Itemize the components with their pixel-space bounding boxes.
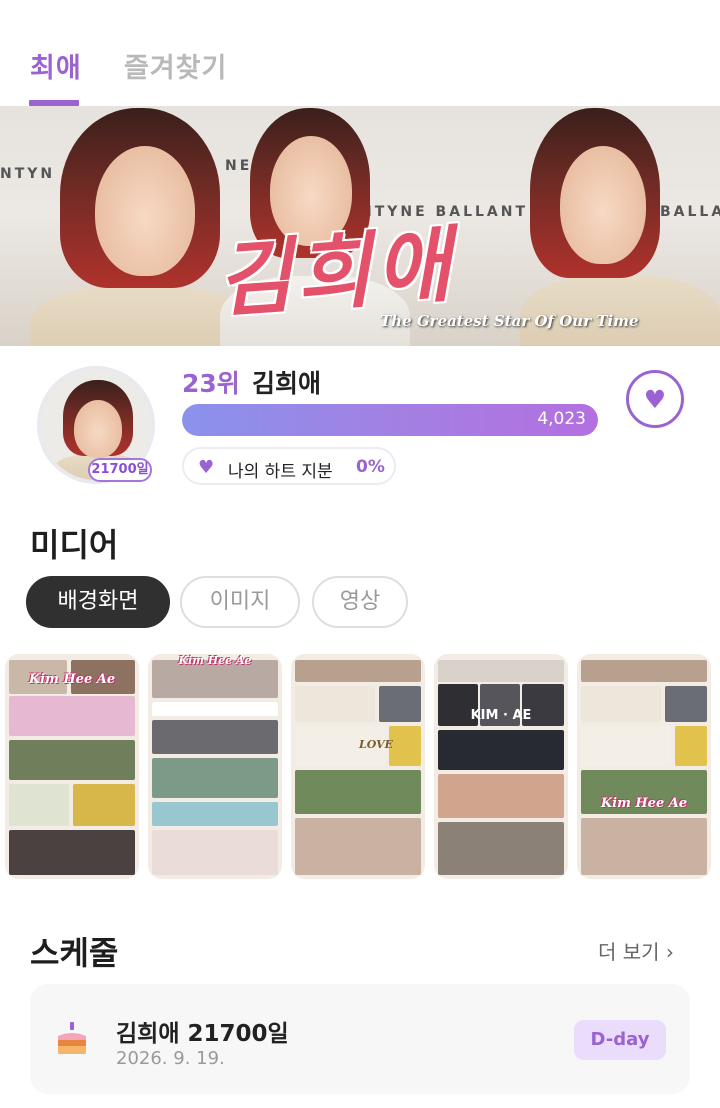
collage-photo (73, 784, 135, 826)
collage-photo (152, 802, 278, 826)
banner-backdrop-text: NTYN (0, 166, 56, 182)
wallpaper-carousel[interactable]: Kim Hee Ae Kim Hee Ae LOVE KIM · AE Kim … (5, 654, 720, 879)
wallpaper-thumbnail[interactable]: LOVE (291, 654, 425, 879)
collage-photo (295, 770, 421, 814)
thumbnail-caption: Kim Hee Ae (600, 796, 688, 811)
portrait-coat (520, 276, 720, 346)
schedule-item[interactable]: 김희애 21700일 2026. 9. 19. D-day (30, 984, 690, 1094)
vote-heart-button[interactable]: ♥ (626, 370, 684, 428)
schedule-item-title: 김희애 21700일 (116, 1021, 289, 1047)
schedule-section-title: 스케줄 (30, 934, 119, 972)
collage-photo (152, 720, 278, 754)
idol-banner[interactable]: NTYN NE NTYNE BALLANT BALLANT 김희애 The Gr… (0, 106, 720, 346)
collage-photo (295, 686, 375, 722)
collage-photo (438, 730, 564, 770)
wallpaper-thumbnail[interactable]: KIM · AE (434, 654, 568, 879)
collage-photo (9, 830, 135, 875)
idol-name: 김희애 (252, 369, 322, 398)
heart-count: 4,023 (537, 409, 586, 429)
collage-photo (438, 822, 564, 875)
cake-icon (58, 1022, 86, 1054)
dday-badge: D-day (574, 1020, 666, 1060)
collage-photo (665, 686, 707, 722)
collage-photo (152, 702, 278, 716)
banner-backdrop-text: NE (225, 158, 253, 174)
collage-photo (581, 660, 707, 682)
collage-photo (9, 784, 69, 826)
schedule-more-link[interactable]: 더 보기 › (598, 936, 674, 965)
collage-photo (9, 740, 135, 780)
filter-wallpaper[interactable]: 배경화면 (26, 576, 170, 628)
collage-photo (581, 686, 661, 722)
schedule-item-date: 2026. 9. 19. (116, 1048, 225, 1069)
media-section-title: 미디어 (30, 526, 119, 564)
days-badge: 21700일 (88, 458, 152, 482)
heart-progress-fill (182, 404, 598, 436)
collage-photo (152, 830, 278, 875)
rank-label: 23위 (182, 369, 240, 398)
thumbnail-caption: LOVE (358, 738, 394, 751)
wallpaper-thumbnail[interactable]: Kim Hee Ae (577, 654, 711, 879)
filter-images[interactable]: 이미지 (180, 576, 300, 628)
collage-photo (152, 758, 278, 798)
thumbnail-caption: KIM · AE (470, 708, 532, 723)
heart-progress-bar: 4,023 (182, 404, 598, 436)
heart-share-label: 나의 하트 지분 (228, 462, 333, 482)
heart-icon: ♥ (198, 457, 215, 478)
thumbnail-caption: Kim Hee Ae (178, 654, 252, 667)
top-tab-bar: 최애 즐겨찾기 (0, 0, 720, 106)
collage-photo (9, 696, 135, 736)
banner-subtitle: The Greatest Star Of Our Time (380, 312, 639, 330)
collage-photo (438, 774, 564, 818)
heart-icon: ♥ (643, 385, 667, 414)
collage-photo (581, 726, 671, 766)
collage-photo (295, 818, 421, 875)
tab-favorite-idol[interactable]: 최애 (30, 46, 82, 85)
filter-videos[interactable]: 영상 (312, 576, 408, 628)
avatar-face (74, 400, 122, 458)
portrait-face (95, 146, 195, 276)
collage-photo (675, 726, 707, 766)
heart-share-chip: ♥ 나의 하트 지분 0% (182, 447, 396, 485)
collage-photo (581, 818, 707, 875)
collage-photo (379, 686, 421, 722)
collage-photo (295, 660, 421, 682)
wallpaper-thumbnail[interactable]: Kim Hee Ae (148, 654, 282, 879)
tab-bookmarks[interactable]: 즐겨찾기 (124, 46, 227, 85)
portrait-face (560, 146, 646, 264)
banner-backdrop-text: BALLANT (660, 204, 720, 220)
wallpaper-thumbnail[interactable]: Kim Hee Ae (5, 654, 139, 879)
heart-share-value: 0% (356, 457, 385, 477)
thumbnail-caption: Kim Hee Ae (28, 672, 116, 687)
collage-photo (438, 660, 564, 682)
